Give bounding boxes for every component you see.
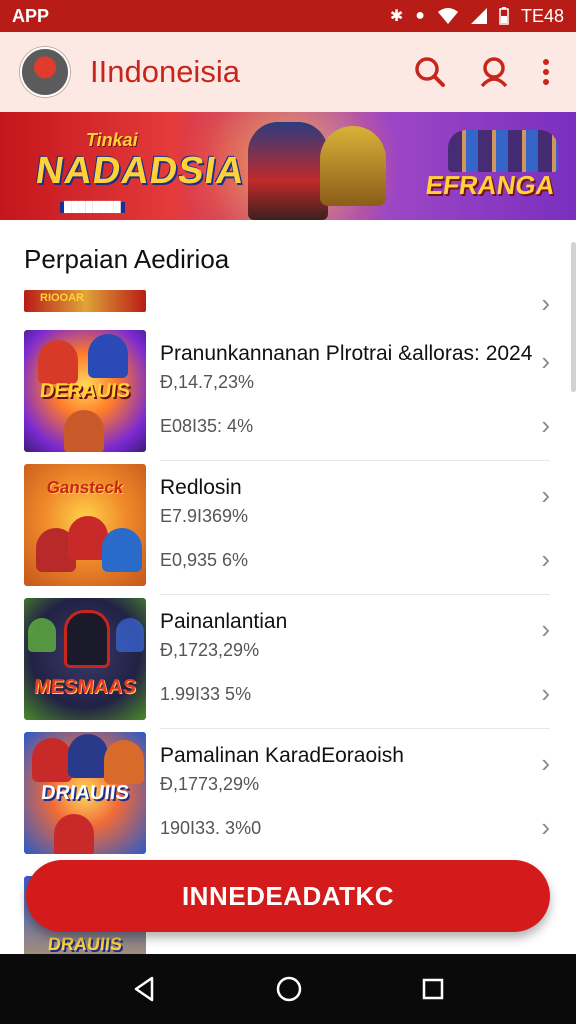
chevron-right-icon[interactable]: › [541, 290, 550, 316]
list-item[interactable]: MESMAAS Painanlantian Ɖ,1723,29% 1.99I33… [24, 598, 550, 729]
game-stat-secondary: 190I33. 3%0 [160, 818, 262, 838]
game-title: Pranunkannanan Plrotrai &alloras: 2024 [160, 342, 533, 365]
chevron-right-icon[interactable]: › [541, 348, 550, 374]
game-list-section: Perpaian Aedirioa RIOOAR › DERAUIS Pranu… [0, 220, 576, 954]
back-icon[interactable] [132, 976, 156, 1002]
chevron-right-icon[interactable]: › [541, 680, 550, 706]
list-item[interactable]: Gansteck Redlosin E7.9I369% E0,935 6% [24, 464, 550, 595]
game-stat-primary: Ɖ,1773,29% [160, 774, 260, 794]
game-thumbnail: DERAUIS [24, 330, 146, 452]
battery-icon [499, 7, 509, 25]
recents-icon[interactable] [422, 978, 444, 1000]
chevron-right-icon[interactable]: › [541, 412, 550, 438]
thumbnail-figure [104, 740, 144, 784]
status-app-label: APP [12, 5, 50, 26]
home-icon[interactable] [276, 976, 302, 1002]
profile-icon[interactable] [478, 56, 510, 88]
section-title: Perpaian Aedirioa [24, 244, 230, 274]
thumbnail-figure [116, 618, 144, 652]
scrollbar[interactable] [571, 242, 576, 392]
thumbnail-figure [64, 410, 104, 452]
signal-icon [470, 8, 487, 24]
banner-sidekick-figure [320, 126, 386, 206]
status-time: TE48 [520, 5, 564, 26]
bluetooth-icon: ✱ [389, 8, 404, 25]
thumbnail-figure [64, 610, 110, 668]
row-divider [160, 460, 550, 461]
thumbnail-figure [28, 618, 56, 652]
row-divider [160, 728, 550, 729]
game-title: Painanlantian [160, 610, 288, 633]
game-thumbnail: Gansteck [24, 464, 146, 586]
chevron-right-icon[interactable]: › [541, 616, 550, 642]
game-stat-secondary: E08I35: 4% [160, 416, 254, 436]
game-thumbnail-text: DRAUIIS [46, 934, 124, 954]
row-divider [160, 594, 550, 595]
game-title: Redlosin [160, 476, 242, 499]
game-thumbnail-text: Gansteck [45, 478, 125, 497]
game-stat-secondary: E0,935 6% [160, 550, 249, 570]
thumbnail-figure [68, 734, 108, 778]
game-thumbnail-text: DRIAUIIS [39, 782, 131, 804]
banner-left-logo-sub: ████████ [60, 202, 125, 213]
wifi-icon [437, 8, 458, 24]
chevron-right-icon[interactable]: › [541, 814, 550, 840]
game-title: Pamalinan KaradEoraoish [160, 744, 404, 767]
alarm-icon: ● [415, 7, 425, 24]
promo-banner[interactable]: Tinkai NADADSIA ████████ EFRANGA [0, 112, 576, 220]
chevron-right-icon[interactable]: › [541, 750, 550, 776]
list-item[interactable]: DRIAUIIS Pamalinan KaradEoraoish Ɖ,1773,… [24, 732, 550, 854]
game-stat-primary: Ɖ,1723,29% [160, 640, 260, 660]
app-title: IIndoneisia [90, 54, 240, 89]
chevron-right-icon[interactable]: › [541, 546, 550, 572]
game-thumbnail-text: MESMAAS [32, 676, 138, 698]
banner-crowd-figures [448, 130, 558, 172]
app-avatar[interactable] [20, 47, 70, 97]
chevron-right-icon[interactable]: › [541, 482, 550, 508]
status-icons: ✱ ● TE48 [390, 6, 564, 27]
app-bar-actions [414, 56, 550, 88]
system-nav-bar [0, 954, 576, 1024]
list-item[interactable]: DERAUIS Pranunkannanan Plrotrai &alloras… [24, 330, 550, 461]
game-stat-secondary: 1.99I33 5% [160, 684, 252, 704]
list-item-partial-thumb-text: RIOOAR [40, 292, 84, 304]
game-thumbnail-text: DERAUIS [38, 380, 132, 402]
search-icon[interactable] [414, 56, 446, 88]
status-bar: APP ✱ ● TE48 [0, 0, 576, 32]
thumbnail-figure [54, 814, 94, 854]
game-thumbnail: MESMAAS [24, 598, 146, 720]
game-thumbnail: DRIAUIIS [24, 732, 146, 854]
app-bar: IIndoneisia [0, 32, 576, 112]
banner-hero-figure [248, 122, 328, 220]
more-vert-icon[interactable] [542, 58, 550, 86]
game-stat-primary: Ɖ,14.7,23% [160, 372, 255, 392]
game-stat-primary: E7.9I369% [160, 506, 249, 526]
thumbnail-figure [32, 738, 72, 782]
thumbnail-figure [88, 334, 128, 378]
thumbnail-figure [102, 528, 142, 572]
primary-cta-button[interactable]: INNEDEADATKC [26, 860, 550, 932]
banner-left-logo-top: Tinkai [86, 130, 138, 150]
thumbnail-figure [38, 340, 78, 384]
banner-left-logo: NADADSIA [33, 150, 248, 192]
banner-right-logo: EFRANGA [423, 170, 557, 200]
